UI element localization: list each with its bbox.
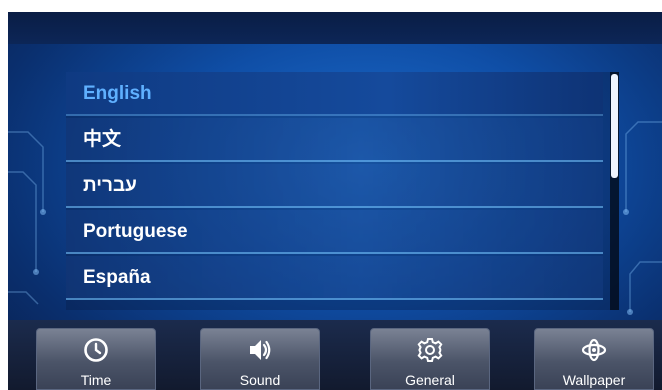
sound-label: Sound	[239, 372, 281, 388]
time-label: Time	[80, 372, 112, 388]
wallpaper-button[interactable]: Wallpaper	[534, 328, 654, 390]
display: English 中文 עברית Portuguese España Time	[8, 12, 662, 390]
sound-button[interactable]: Sound	[200, 328, 320, 390]
wallpaper-label: Wallpaper	[562, 372, 626, 388]
general-label: General	[405, 372, 455, 388]
general-button[interactable]: General	[370, 328, 490, 390]
top-bar	[8, 12, 662, 44]
language-item-portuguese[interactable]: Portuguese	[66, 210, 603, 254]
wallpaper-icon	[581, 338, 607, 362]
language-list: English 中文 עברית Portuguese España	[66, 72, 619, 310]
language-item-english[interactable]: English	[66, 72, 603, 116]
speaker-icon	[250, 340, 271, 360]
language-item-chinese[interactable]: 中文	[66, 118, 603, 162]
scrollbar-thumb[interactable]	[611, 74, 618, 178]
language-item-espana[interactable]: España	[66, 256, 603, 300]
screen: English 中文 עברית Portuguese España Time	[0, 0, 662, 390]
language-item-hebrew[interactable]: עברית	[66, 164, 603, 208]
bottom-nav: Time Sound General Wallpaper	[8, 320, 662, 390]
scrollbar[interactable]	[610, 72, 619, 310]
clock-icon	[84, 338, 108, 362]
gear-icon	[417, 338, 443, 362]
time-button[interactable]: Time	[36, 328, 156, 390]
